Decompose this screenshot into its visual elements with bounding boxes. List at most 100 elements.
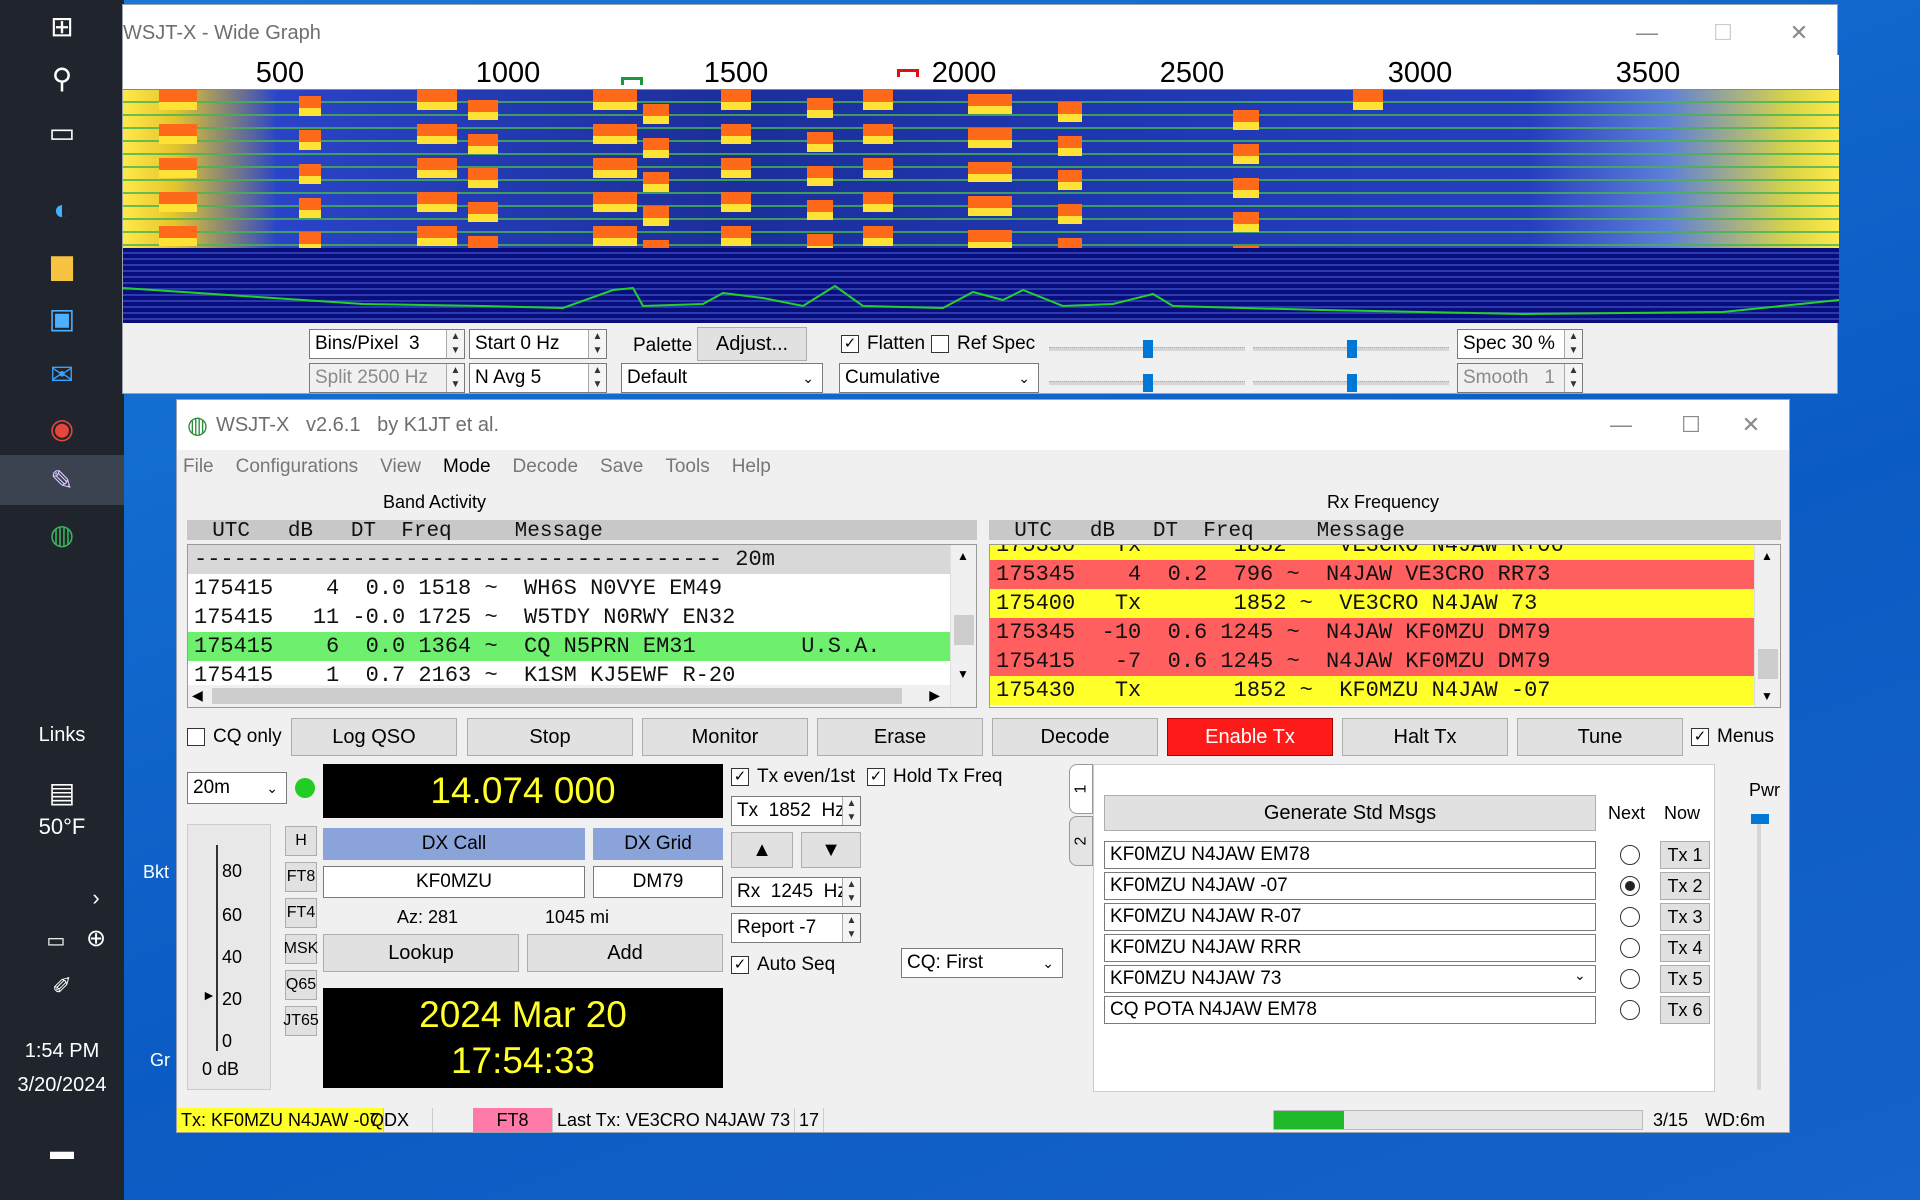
spec-percent-spinbox[interactable]: Spec 30 % ▲ ▼ (1457, 329, 1583, 359)
vertical-scrollbar[interactable]: ▲ ▼ (1754, 545, 1780, 707)
menu-mode[interactable]: Mode (443, 456, 491, 486)
notification-icon[interactable]: ▬ (36, 1130, 88, 1174)
minimize-icon[interactable]: — (1609, 5, 1685, 61)
links-label[interactable]: Links (0, 724, 124, 747)
halt-tx-button[interactable]: Halt Tx (1342, 718, 1508, 756)
slider-thumb[interactable] (1143, 374, 1153, 392)
hscroll-thumb[interactable] (212, 688, 902, 704)
band-select[interactable]: 20m ⌄ (187, 772, 287, 804)
slider-thumb[interactable] (1347, 340, 1357, 358)
close-icon[interactable]: ✕ (1713, 400, 1789, 450)
chevron-right-icon[interactable]: › (70, 876, 122, 920)
spin-arrows-icon[interactable]: ▲ ▼ (842, 797, 860, 825)
tx1-next-radio[interactable] (1620, 845, 1640, 865)
rx-frequency-line[interactable]: 175430 Tx 1852 ~ KF0MZU N4JAW -07 (990, 676, 1754, 705)
checkbox-checked-icon[interactable]: ✓ (841, 335, 859, 353)
rx-frequency-line[interactable]: 175345 4 0.2 796 ~ N4JAW VE3CRO RR73 (990, 560, 1754, 589)
pen-icon[interactable]: ✐ (36, 964, 88, 1008)
tab-1[interactable]: 1 (1069, 764, 1093, 814)
chevron-down-icon[interactable]: ⌄ (1574, 967, 1586, 984)
zero2-slider[interactable] (1253, 374, 1449, 392)
cq-mode-select[interactable]: CQ: First ⌄ (901, 948, 1063, 978)
spectrum-plot[interactable] (123, 248, 1839, 323)
wide-graph-titlebar[interactable]: WSJT-X - Wide Graph — ☐ ✕ (123, 5, 1837, 61)
stop-button[interactable]: Stop (467, 718, 633, 756)
slider-thumb[interactable] (1143, 340, 1153, 358)
generate-std-msgs-button[interactable]: Generate Std Msgs (1104, 795, 1596, 831)
file-explorer-icon[interactable]: ▆ (36, 242, 88, 286)
tx-even-checkbox[interactable]: ✓ Tx even/1st (731, 766, 855, 788)
band-activity-text[interactable]: ----------------------------------------… (187, 544, 977, 708)
scroll-up-icon[interactable]: ▲ (957, 549, 969, 563)
desktop-icon-label[interactable]: Bkt (143, 862, 169, 883)
auto-seq-checkbox[interactable]: ✓ Auto Seq (731, 954, 835, 976)
mail-icon[interactable]: ✉ (36, 352, 88, 396)
scroll-right-icon[interactable]: ▶ (929, 687, 940, 704)
checkbox-checked-icon[interactable]: ✓ (867, 768, 885, 786)
tx3-now-button[interactable]: Tx 3 (1660, 903, 1710, 931)
close-icon[interactable]: ✕ (1761, 5, 1837, 61)
band-activity-line[interactable]: 175415 11 -0.0 1725 ~ W5TDY N0RWY EN32 (188, 603, 950, 632)
menu-file[interactable]: File (183, 456, 214, 486)
tab-2[interactable]: 2 (1069, 816, 1093, 866)
add-button[interactable]: Add (527, 934, 723, 972)
rx-frequency-line[interactable]: 175345 -10 0.6 1245 ~ N4JAW KF0MZU DM79 (990, 618, 1754, 647)
tx5-message-input[interactable]: KF0MZU N4JAW 73 (1104, 965, 1596, 993)
scroll-thumb[interactable] (1758, 649, 1778, 679)
menus-checkbox[interactable]: ✓ Menus (1691, 726, 1774, 748)
enable-tx-button[interactable]: Enable Tx (1167, 718, 1333, 756)
scroll-thumb[interactable] (954, 615, 974, 645)
menu-configurations[interactable]: Configurations (236, 456, 359, 486)
checkbox-unchecked-icon[interactable] (931, 335, 949, 353)
scroll-down-icon[interactable]: ▼ (1761, 689, 1773, 703)
n-avg-spinbox[interactable]: N Avg 5 ▲ ▼ (469, 363, 607, 393)
tx5-now-button[interactable]: Tx 5 (1660, 965, 1710, 993)
tx4-message-input[interactable]: KF0MZU N4JAW RRR (1104, 934, 1596, 962)
windows-start-icon[interactable]: ⊞ (36, 4, 88, 48)
scroll-left-icon[interactable]: ◀ (192, 687, 203, 704)
split-spinbox[interactable]: Split 2500 Hz ▲ ▼ (309, 363, 465, 393)
bins-per-pixel-spinbox[interactable]: Bins/Pixel 3 ▲ ▼ (309, 329, 465, 359)
slider-thumb[interactable] (1347, 374, 1357, 392)
spin-arrows-icon[interactable]: ▲ ▼ (446, 330, 464, 358)
smooth-spinbox[interactable]: Smooth 1 ▲ ▼ (1457, 363, 1583, 393)
paint-icon[interactable]: ✎ (36, 458, 88, 502)
dx-call-input[interactable]: KF0MZU (323, 866, 585, 898)
menu-tools[interactable]: Tools (665, 456, 709, 486)
start-frequency-spinbox[interactable]: Start 0 Hz ▲ ▼ (469, 329, 607, 359)
scroll-down-icon[interactable]: ▼ (957, 667, 969, 681)
tx3-message-input[interactable]: KF0MZU N4JAW R-07 (1104, 903, 1596, 931)
tx3-next-radio[interactable] (1620, 907, 1640, 927)
frequency-scale[interactable]: 500 1000 1500 2000 2500 3000 3500 (123, 55, 1839, 90)
tx6-now-button[interactable]: Tx 6 (1660, 996, 1710, 1024)
tx4-next-radio[interactable] (1620, 938, 1640, 958)
rx-frequency-line[interactable]: 175330 Tx 1852 ~ VE3CRO N4JAW R+06 (990, 545, 1754, 560)
spin-arrows-icon[interactable]: ▲ ▼ (842, 878, 860, 906)
mode-button-q65[interactable]: Q65 (285, 970, 317, 1000)
ref-spec-checkbox[interactable]: Ref Spec (931, 333, 1035, 355)
tx1-now-button[interactable]: Tx 1 (1660, 841, 1710, 869)
rx-frequency-text[interactable]: 175330 Tx 1852 ~ VE3CRO N4JAW R+06 175345… (989, 544, 1781, 708)
arrow-down-button[interactable]: ▼ (801, 832, 861, 868)
tx-frequency-spinbox[interactable]: Tx 1852 Hz ▲ ▼ (731, 796, 861, 826)
spin-arrows-icon[interactable]: ▲ ▼ (588, 364, 606, 392)
scroll-up-icon[interactable]: ▲ (1761, 549, 1773, 563)
task-view-icon[interactable]: ▭ (36, 110, 88, 154)
rx-frequency-line[interactable]: 175400 Tx 1852 ~ VE3CRO N4JAW 73 (990, 589, 1754, 618)
weather-temp[interactable]: 50°F (0, 814, 124, 840)
lookup-button[interactable]: Lookup (323, 934, 519, 972)
dial-frequency-display[interactable]: 14.074 000 (323, 764, 723, 818)
menu-view[interactable]: View (380, 456, 421, 486)
checkbox-unchecked-icon[interactable] (187, 728, 205, 746)
tx4-now-button[interactable]: Tx 4 (1660, 934, 1710, 962)
desktop-icon-label[interactable]: Gr (150, 1050, 170, 1071)
search-icon[interactable]: ⚲ (36, 56, 88, 100)
globe-network-icon[interactable]: ⊕ (70, 916, 122, 960)
spin-arrows-icon[interactable]: ▲ ▼ (588, 330, 606, 358)
tx2-next-radio[interactable] (1620, 876, 1640, 896)
checkbox-checked-icon[interactable]: ✓ (1691, 728, 1709, 746)
spin-arrows-icon[interactable]: ▲ ▼ (446, 364, 464, 392)
tx2-now-button[interactable]: Tx 2 (1660, 872, 1710, 900)
checkbox-checked-icon[interactable]: ✓ (731, 956, 749, 974)
mode-button-jt65[interactable]: JT65 (283, 1006, 319, 1036)
